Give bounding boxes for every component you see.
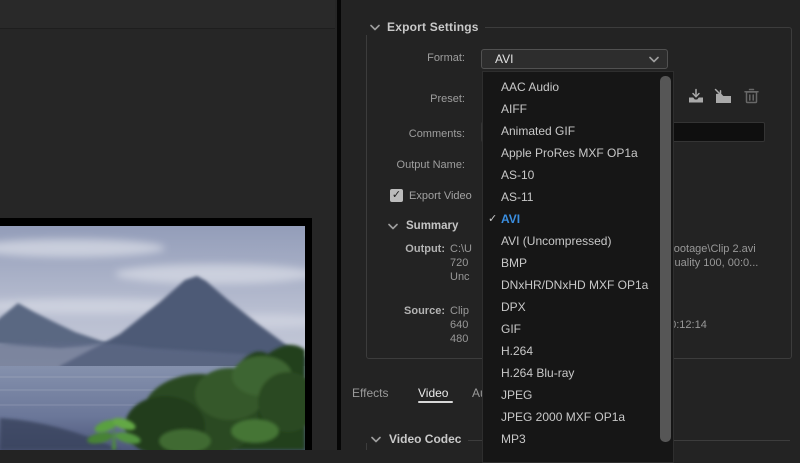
format-option[interactable]: ✓ AVI (Uncompressed) [483, 230, 673, 252]
format-option[interactable]: ✓ GIF [483, 318, 673, 340]
format-option[interactable]: ✓ AS-10 [483, 164, 673, 186]
export-video-checkbox[interactable]: ✓ [390, 189, 403, 202]
format-label: Format: [381, 52, 465, 64]
chevron-down-icon [649, 56, 659, 63]
summary-output-path-tail: \Footage\Clip 2.avi [664, 243, 756, 255]
import-preset-button[interactable] [712, 85, 734, 107]
check-icon: ✓ [488, 212, 497, 225]
chevron-down-icon [388, 223, 398, 230]
save-preset-button[interactable] [685, 85, 707, 107]
summary-source-line1: Clip [450, 305, 469, 317]
trash-icon [743, 87, 760, 105]
summary-output-label: Output: [395, 243, 445, 255]
summary-source-label: Source: [395, 305, 445, 317]
format-option[interactable]: ✓ DPX [483, 296, 673, 318]
format-option[interactable]: ✓ MP3 [483, 428, 673, 450]
program-monitor-panel [0, 0, 337, 450]
format-option[interactable]: ✓ H.264 Blu-ray [483, 362, 673, 384]
video-preview-image [0, 226, 305, 450]
video-codec-group-border-left [366, 443, 367, 450]
preset-label: Preset: [381, 93, 465, 105]
format-selected-value: AVI [495, 52, 649, 66]
tab-video[interactable]: Video [418, 386, 448, 400]
premiere-export-settings-window: { "icons": { "check": "✓" }, "export_set… [0, 0, 800, 450]
format-option[interactable]: ✓ JPEG 2000 MXF OP1a [483, 406, 673, 428]
dropdown-scrollbar-thumb[interactable] [660, 76, 671, 442]
output-name-label: Output Name: [381, 159, 465, 171]
video-frame [0, 218, 312, 450]
video-codec-title: Video Codec [389, 432, 461, 446]
summary-output-line1: C:\U [450, 243, 472, 255]
summary-output-quality-tail: Quality 100, 00:0... [666, 257, 758, 269]
import-preset-icon [713, 87, 733, 105]
format-option[interactable]: ✓ BMP [483, 252, 673, 274]
comments-label: Comments: [381, 128, 465, 140]
summary-header[interactable]: Summary [388, 220, 458, 232]
format-option[interactable]: ✓ AIFF [483, 98, 673, 120]
video-codec-header[interactable]: Video Codec [371, 432, 461, 446]
summary-output-line3: Unc [450, 271, 470, 283]
tab-effects[interactable]: Effects [352, 386, 388, 400]
format-option[interactable]: ✓ AAC Audio [483, 76, 673, 98]
save-preset-icon [687, 87, 705, 105]
export-settings-title: Export Settings [387, 20, 479, 34]
format-select[interactable]: AVI [481, 49, 668, 69]
summary-output-line2: 720 [450, 257, 468, 269]
format-option[interactable]: ✓ Apple ProRes MXF OP1a [483, 142, 673, 164]
chevron-down-icon [371, 436, 381, 443]
export-video-label: Export Video [409, 190, 472, 202]
format-option[interactable]: ✓ DNxHR/DNxHD MXF OP1a [483, 274, 673, 296]
summary-source-line2: 640 [450, 319, 468, 331]
export-settings-header[interactable]: Export Settings [366, 19, 485, 35]
format-option[interactable]: ✓ AS-11 [483, 186, 673, 208]
format-dropdown-list: ✓ AAC Audio ✓ AIFF ✓ Animated GIF ✓ Appl… [482, 71, 674, 463]
chevron-down-icon [370, 24, 380, 31]
format-option[interactable]: ✓ Animated GIF [483, 120, 673, 142]
summary-source-line3: 480 [450, 333, 468, 345]
monitor-panel-header [0, 0, 335, 29]
active-tab-underline [418, 401, 453, 403]
format-option[interactable]: ✓ AVI [483, 208, 673, 230]
check-icon: ✓ [392, 190, 401, 201]
delete-preset-button[interactable] [740, 85, 762, 107]
format-option[interactable]: ✓ H.264 [483, 340, 673, 362]
format-option[interactable]: ✓ JPEG [483, 384, 673, 406]
summary-title: Summary [406, 220, 458, 232]
